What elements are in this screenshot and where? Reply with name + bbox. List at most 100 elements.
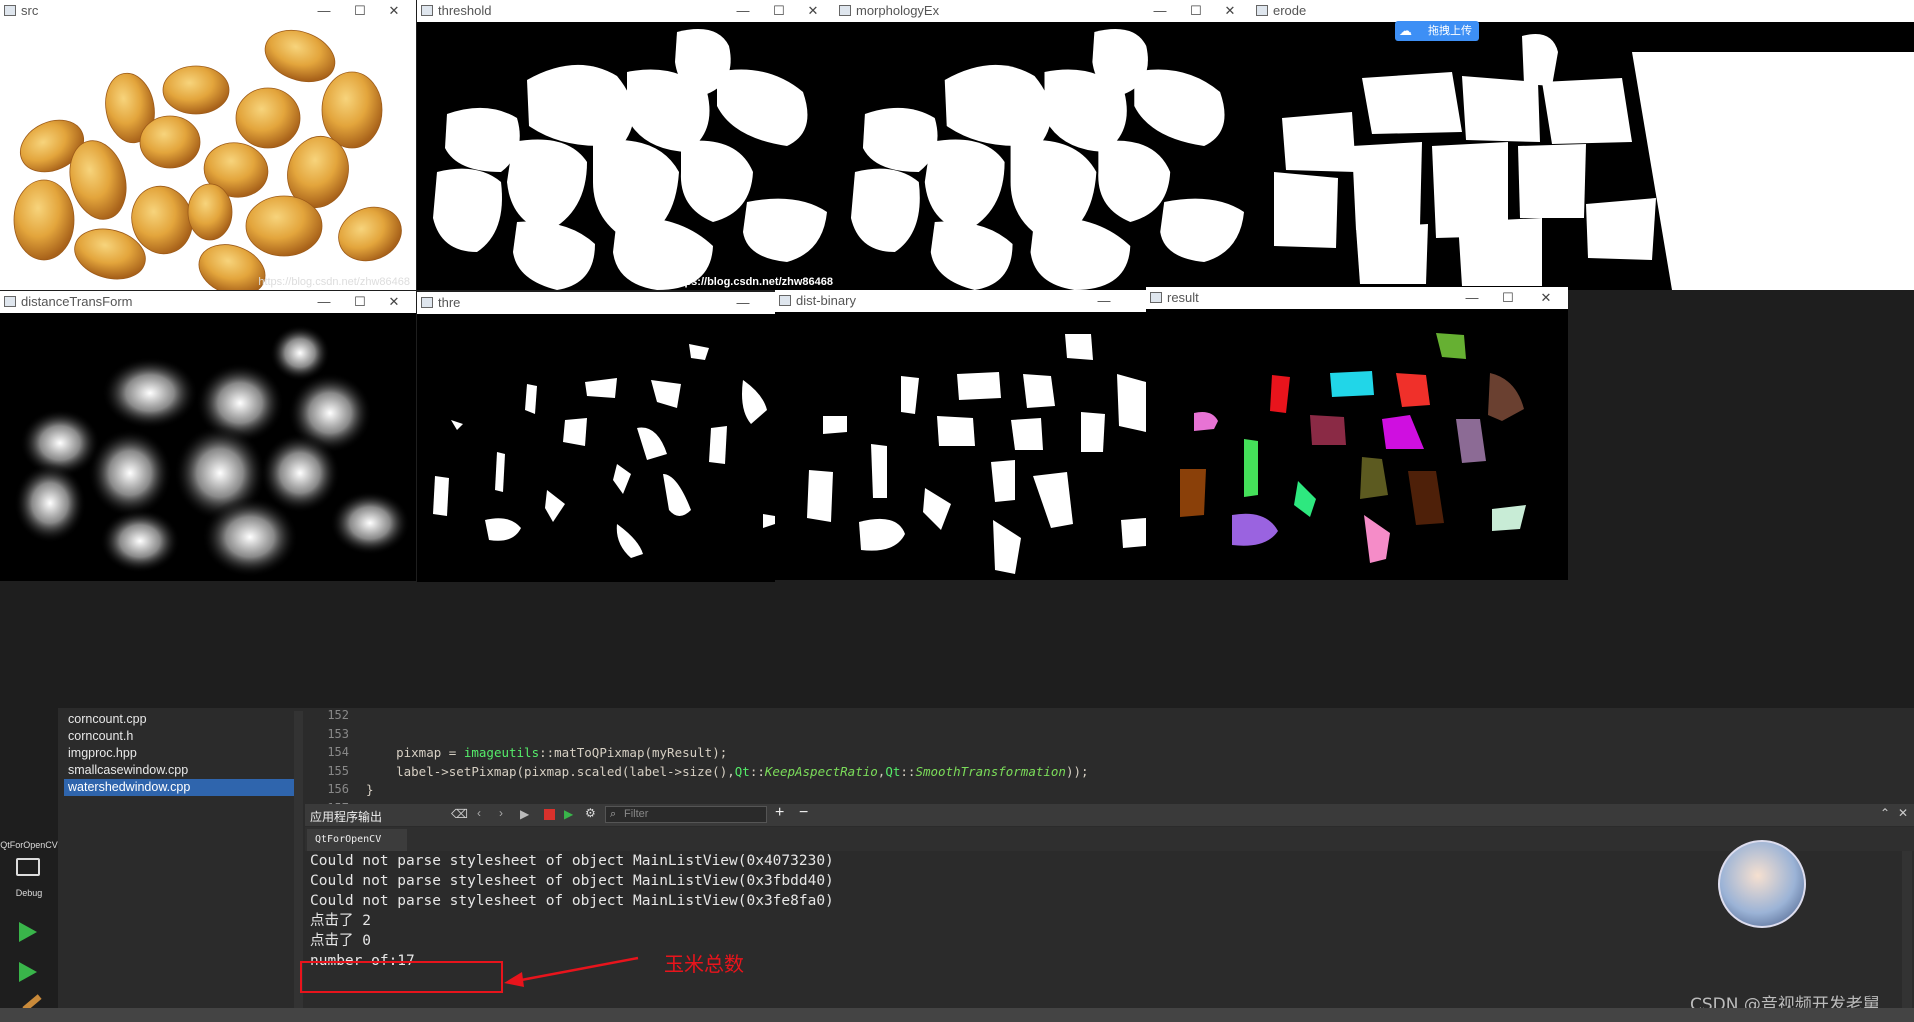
distance-title: distanceTransForm [21, 294, 133, 309]
config-label: Debug [15, 888, 43, 898]
thre-window: thre — [417, 292, 775, 582]
distance-titlebar[interactable]: distanceTransForm — ☐ ✕ [0, 291, 416, 313]
distance-window: distanceTransForm — ☐ ✕ [0, 291, 416, 581]
code-line-155: label->setPixmap(pixmap.scaled(label->si… [366, 763, 1089, 779]
result-window: result — ☐ ✕ [1146, 287, 1568, 580]
run-output-icon[interactable]: ▶ [520, 807, 529, 821]
clear-output-icon[interactable]: ⌫ [451, 807, 468, 821]
output-line: 点击了 2 [310, 913, 371, 929]
code-editor[interactable]: pixmap = imageutils::matToQPixmap(myResu… [366, 708, 1896, 806]
output-line: Could not parse stylesheet of object Mai… [310, 893, 834, 909]
close-button[interactable]: ✕ [1524, 287, 1568, 309]
minimize-button[interactable]: — [1082, 290, 1126, 312]
region-11 [1244, 439, 1258, 497]
file-item[interactable]: imgproc.hpp [64, 745, 294, 762]
window-icon [4, 296, 16, 307]
region-5 [1488, 373, 1524, 421]
src-window: src — ☐ ✕ https://blog.csdn.net/zhw86468 [0, 0, 416, 290]
output-scrollbar[interactable] [1902, 851, 1912, 1011]
output-line: Could not parse stylesheet of object Mai… [310, 853, 834, 869]
close-button[interactable]: ✕ [372, 0, 416, 22]
thre-titlebar[interactable]: thre — [417, 292, 775, 314]
search-icon: ⌕ [610, 808, 617, 820]
region-9 [1456, 419, 1486, 463]
region-8 [1382, 415, 1424, 449]
file-item-selected[interactable]: watershedwindow.cpp [64, 779, 294, 796]
window-icon [779, 295, 791, 306]
line-number: 154 [327, 745, 349, 759]
line-number: 153 [327, 726, 349, 741]
line-number: 156 [327, 782, 349, 796]
monitor-icon[interactable] [16, 858, 40, 876]
src-title: src [21, 3, 39, 18]
threshold-window: threshold — ☐ ✕ https://blog.csdn.net/zh… [417, 0, 835, 290]
distbinary-mask [775, 312, 1146, 580]
run-icon[interactable] [19, 922, 37, 942]
line-number: 152 [327, 708, 349, 722]
file-item[interactable]: corncount.h [64, 728, 294, 745]
close-button[interactable]: ✕ [372, 291, 416, 313]
window-icon [1256, 5, 1268, 16]
window-icon [421, 297, 433, 308]
window-icon [4, 5, 16, 16]
attach-icon[interactable]: ▶ [564, 807, 573, 821]
thre-title: thre [438, 295, 461, 310]
region-12 [1294, 481, 1316, 517]
region-14 [1408, 471, 1444, 525]
region-16 [1364, 515, 1390, 563]
output-line: Could not parse stylesheet of object Mai… [310, 873, 834, 889]
result-titlebar[interactable]: result — ☐ ✕ [1146, 287, 1568, 309]
window-icon [839, 5, 851, 16]
mode-selector: QtForOpenCV Debug [0, 708, 58, 1022]
distbinary-titlebar[interactable]: dist-binary — [775, 290, 1146, 312]
next-icon[interactable]: › [499, 806, 503, 820]
window-icon [1150, 292, 1162, 303]
corn-photo [0, 22, 416, 290]
output-panel-title: 应用程序输出 [310, 810, 383, 824]
collapse-icon[interactable]: ⌃ [1880, 806, 1890, 820]
annotation-label: 玉米总数 [664, 952, 744, 976]
stop-icon[interactable] [544, 809, 555, 820]
filter-placeholder: Filter [624, 808, 649, 820]
output-line: 点击了 0 [310, 933, 371, 949]
morphology-title: morphologyEx [856, 3, 940, 18]
prev-icon[interactable]: ‹ [477, 806, 481, 820]
watershed-result-image [1146, 309, 1568, 580]
code-line-156: } [366, 782, 374, 797]
minimize-button[interactable]: — [721, 292, 765, 314]
project-label: QtForOpenCV [0, 840, 58, 850]
erode-titlebar[interactable]: erode [1252, 0, 1914, 22]
close-panel-icon[interactable]: ✕ [1898, 806, 1908, 820]
line-number: 155 [327, 763, 349, 778]
window-icon [421, 5, 433, 16]
debug-run-icon[interactable] [19, 962, 37, 982]
src-titlebar[interactable]: src — ☐ ✕ [0, 0, 416, 22]
gear-icon[interactable]: ⚙ [585, 806, 596, 820]
erode-title: erode [1273, 3, 1307, 18]
code-line-154: pixmap = imageutils::matToQPixmap(myResu… [366, 745, 728, 760]
distance-transform-image [0, 313, 416, 581]
filter-box[interactable]: ⌕ Filter [605, 806, 767, 823]
file-item[interactable]: smallcasewindow.cpp [64, 762, 294, 779]
region-15 [1232, 513, 1278, 546]
close-button[interactable]: ✕ [791, 0, 835, 22]
region-17 [1492, 505, 1526, 531]
annotation-arrow [504, 956, 639, 987]
file-item[interactable]: corncount.cpp [64, 711, 294, 728]
output-tabs: QtForOpenCV [305, 827, 1914, 851]
add-icon[interactable]: + [775, 804, 784, 822]
region-7 [1310, 415, 1346, 445]
region-10 [1180, 469, 1206, 517]
close-button[interactable]: ✕ [1208, 0, 1252, 22]
blog-watermark: https://blog.csdn.net/zhw86468 [670, 276, 833, 288]
morphology-titlebar[interactable]: morphologyEx — ☐ ✕ [835, 0, 1252, 22]
region-6 [1194, 412, 1218, 431]
erode-window: erode ☁ 拖拽上传 [1252, 0, 1914, 290]
erode-mask [1252, 22, 1914, 290]
highlight-box [300, 961, 503, 993]
output-tab-label: QtForOpenCV [315, 834, 382, 845]
threshold-titlebar[interactable]: threshold — ☐ ✕ [417, 0, 835, 22]
remove-icon[interactable]: − [799, 804, 808, 822]
output-tab[interactable]: QtForOpenCV [307, 829, 408, 851]
